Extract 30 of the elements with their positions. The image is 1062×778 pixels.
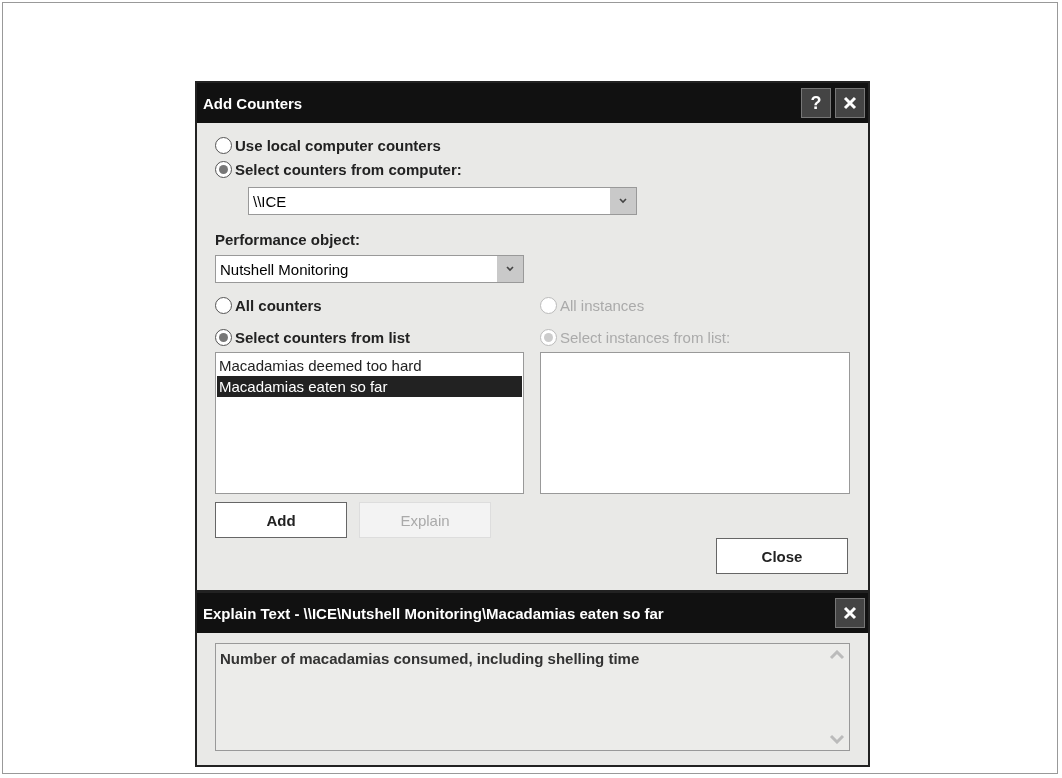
close-button[interactable]: Close xyxy=(716,538,848,574)
close-button[interactable] xyxy=(835,88,865,118)
radio-button[interactable] xyxy=(215,160,232,178)
close-icon xyxy=(843,96,857,110)
help-button[interactable]: ? xyxy=(801,88,831,118)
dropdown[interactable]: \\ICE xyxy=(248,187,637,215)
explain-text: Number of macadamias consumed, including shelling time xyxy=(219,649,641,669)
push-button[interactable]: Add xyxy=(215,502,347,538)
list-item[interactable]: Macadamias deemed too hard xyxy=(217,355,522,376)
radio-label: Select instances from list: xyxy=(560,328,731,346)
radio-label: Select counters from computer: xyxy=(235,160,462,178)
dropdown[interactable]: Nutshell Monitoring xyxy=(215,255,524,283)
text-area[interactable]: Number of macadamias consumed, including shelling time xyxy=(215,643,850,751)
radio-button[interactable] xyxy=(215,328,232,346)
list-box[interactable] xyxy=(540,352,850,494)
field-label: Performance object: xyxy=(215,231,362,250)
radio-button[interactable] xyxy=(215,296,232,314)
chevron-down-icon xyxy=(619,198,627,204)
list-item[interactable]: Macadamias eaten so far xyxy=(217,376,522,397)
list-box[interactable]: Macadamias deemed too hard Macadamias eaten so far xyxy=(215,352,524,494)
close-button[interactable] xyxy=(835,598,865,628)
radio-label: Select counters from list xyxy=(235,328,411,346)
chevron-down-icon xyxy=(506,266,514,272)
radio-label: All counters xyxy=(235,296,322,314)
window-title: Explain Text - \\ICE\Nutshell Monitoring\Macadamias eaten so far xyxy=(203,604,665,622)
close-icon xyxy=(843,606,857,620)
radio-label: All instances xyxy=(560,296,645,314)
radio-button[interactable] xyxy=(215,136,232,154)
window-title: Add Counters xyxy=(203,94,304,112)
radio-label: Use local computer counters xyxy=(235,136,441,154)
